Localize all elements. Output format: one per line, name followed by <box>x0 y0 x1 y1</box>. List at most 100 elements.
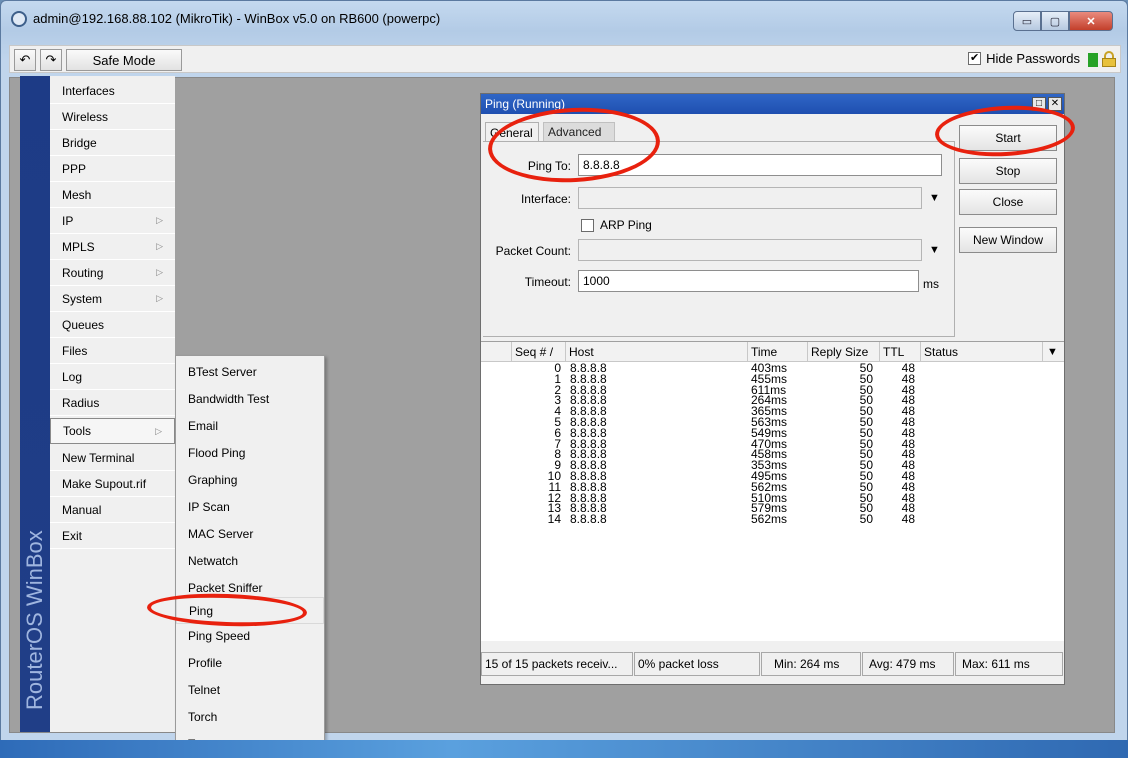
menu-item-make-supout[interactable]: Make Supout.rif <box>50 471 175 497</box>
menu-item-ip[interactable]: IP ▷ <box>50 208 175 234</box>
submenu-item-telnet[interactable]: Telnet <box>176 676 324 703</box>
submenu-item-ping-speed[interactable]: Ping Speed <box>176 622 324 649</box>
hide-passwords-label: Hide Passwords <box>986 51 1080 66</box>
menu-item-ppp[interactable]: PPP <box>50 156 175 182</box>
menu-item-label: Interfaces <box>62 83 115 98</box>
menu-item-radius[interactable]: Radius <box>50 390 175 416</box>
submenu-arrow-icon: ▷ <box>156 267 163 277</box>
column-time[interactable]: Time <box>747 342 807 362</box>
timeout-unit: ms <box>923 277 939 291</box>
menu-item-label: Wireless <box>62 109 109 124</box>
submenu-item-flood-ping[interactable]: Flood Ping <box>176 439 324 466</box>
window-controls: ▭ ▢ ✕ <box>1013 11 1113 31</box>
winbox-app-icon <box>11 11 27 27</box>
menu-item-files[interactable]: Files <box>50 338 175 364</box>
tab-advanced[interactable]: Advanced <box>543 122 615 142</box>
table-body: 0 8.8.8.8 403ms 50 48 1 8.8.8.8 455ms 50 48 2 8.8.8… <box>481 362 1064 527</box>
undo-button[interactable]: ↶ <box>14 49 36 71</box>
packet-count-label: Packet Count: <box>495 244 571 258</box>
menu-item-exit[interactable]: Exit <box>50 523 175 549</box>
minimize-button[interactable]: ▭ <box>1013 11 1041 31</box>
menu-item-label: Log <box>62 369 83 384</box>
lock-icon <box>1102 51 1116 67</box>
packet-count-dropdown-icon[interactable]: ▼ <box>929 244 940 256</box>
column-ttl[interactable]: TTL <box>879 342 920 362</box>
column-seq[interactable]: Seq # / <box>511 342 565 362</box>
menu-item-manual[interactable]: Manual <box>50 497 175 523</box>
window-title: admin@192.168.88.102 (MikroTik) - WinBox… <box>33 11 441 26</box>
ping-to-label: Ping To: <box>527 159 571 173</box>
arp-ping-option[interactable]: ARP Ping <box>581 218 652 232</box>
hide-passwords-toggle[interactable]: ✔ Hide Passwords <box>968 51 1080 66</box>
column-menu-icon[interactable]: ▼ <box>1042 342 1062 362</box>
column-host[interactable]: Host <box>565 342 747 362</box>
close-icon[interactable]: ✕ <box>1048 97 1062 111</box>
menu-item-bridge[interactable]: Bridge <box>50 130 175 156</box>
maximize-icon[interactable]: □ <box>1032 97 1046 111</box>
safe-mode-button[interactable]: Safe Mode <box>66 49 182 71</box>
interface-label: Interface: <box>520 192 571 206</box>
submenu-item-email[interactable]: Email <box>176 412 324 439</box>
avg-time-status: Avg: 479 ms <box>862 652 954 676</box>
menu-item-label: MPLS <box>62 239 95 254</box>
timeout-input[interactable]: 1000 <box>578 270 919 292</box>
brand-label: RouterOS WinBox <box>22 530 47 710</box>
interface-select[interactable] <box>578 187 922 209</box>
hide-passwords-checkbox[interactable]: ✔ <box>968 52 982 65</box>
toolbar: ↶ ↷ Safe Mode ✔ Hide Passwords <box>9 45 1121 73</box>
arp-ping-checkbox[interactable] <box>581 218 594 232</box>
menu-item-interfaces[interactable]: Interfaces <box>50 78 175 104</box>
menu-item-queues[interactable]: Queues <box>50 312 175 338</box>
column-reply-size[interactable]: Reply Size <box>807 342 879 362</box>
menu-item-tools[interactable]: Tools ▷ <box>50 418 175 444</box>
menu-item-wireless[interactable]: Wireless <box>50 104 175 130</box>
ping-window-title-bar: Ping (Running) □ ✕ <box>481 94 1064 114</box>
min-time-status: Min: 264 ms <box>761 652 861 676</box>
cell-seq: 14 <box>547 512 561 527</box>
cell-reply-size: 50 <box>859 512 873 527</box>
submenu-arrow-icon: ▷ <box>156 215 163 225</box>
maximize-button[interactable]: ▢ <box>1041 11 1069 31</box>
menu-item-mesh[interactable]: Mesh <box>50 182 175 208</box>
status-bar: 15 of 15 packets receiv... 0% packet los… <box>481 652 1064 676</box>
menu-item-label: Radius <box>62 395 100 410</box>
close-button[interactable]: ✕ <box>1069 11 1113 31</box>
close-window-button[interactable]: Close <box>959 189 1057 215</box>
submenu-item-torch[interactable]: Torch <box>176 703 324 730</box>
taskbar-strip <box>0 740 1128 758</box>
menu-item-label: New Terminal <box>62 450 135 465</box>
submenu-item-btest-server[interactable]: BTest Server <box>176 358 324 385</box>
start-button[interactable]: Start <box>959 125 1057 151</box>
max-time-status: Max: 611 ms <box>955 652 1063 676</box>
column-status[interactable]: Status <box>920 342 1040 362</box>
redo-button[interactable]: ↷ <box>40 49 62 71</box>
menu-item-label: System <box>62 291 103 306</box>
tab-general[interactable]: General <box>485 122 539 142</box>
cell-ttl: 48 <box>901 512 915 527</box>
submenu-item-profile[interactable]: Profile <box>176 649 324 676</box>
submenu-item-ip-scan[interactable]: IP Scan <box>176 493 324 520</box>
menu-item-system[interactable]: System ▷ <box>50 286 175 312</box>
menu-item-label: Tools <box>63 424 92 438</box>
submenu-arrow-icon: ▷ <box>155 426 162 436</box>
menu-item-mpls[interactable]: MPLS ▷ <box>50 234 175 260</box>
menu-item-routing[interactable]: Routing ▷ <box>50 260 175 286</box>
submenu-item-graphing[interactable]: Graphing <box>176 466 324 493</box>
submenu-item-mac-server[interactable]: MAC Server <box>176 520 324 547</box>
packet-count-select[interactable] <box>578 239 922 261</box>
menu-item-log[interactable]: Log <box>50 364 175 390</box>
packet-loss-status: 0% packet loss <box>634 652 760 676</box>
submenu-item-ping[interactable]: Ping <box>176 597 324 624</box>
stop-button[interactable]: Stop <box>959 158 1057 184</box>
menu-item-label: Exit <box>62 528 83 543</box>
menu-item-new-terminal[interactable]: New Terminal <box>50 445 175 471</box>
submenu-item-bandwidth-test[interactable]: Bandwidth Test <box>176 385 324 412</box>
new-window-button[interactable]: New Window <box>959 227 1057 253</box>
submenu-item-netwatch[interactable]: Netwatch <box>176 547 324 574</box>
table-row[interactable]: 14 8.8.8.8 562ms 50 48 <box>481 512 1064 527</box>
ping-window-title: Ping (Running) <box>485 97 566 111</box>
menu-item-label: IP <box>62 213 74 228</box>
ping-to-input[interactable]: 8.8.8.8 <box>578 154 942 176</box>
interface-dropdown-icon[interactable]: ▼ <box>929 192 940 204</box>
packets-received-status: 15 of 15 packets receiv... <box>481 652 633 676</box>
